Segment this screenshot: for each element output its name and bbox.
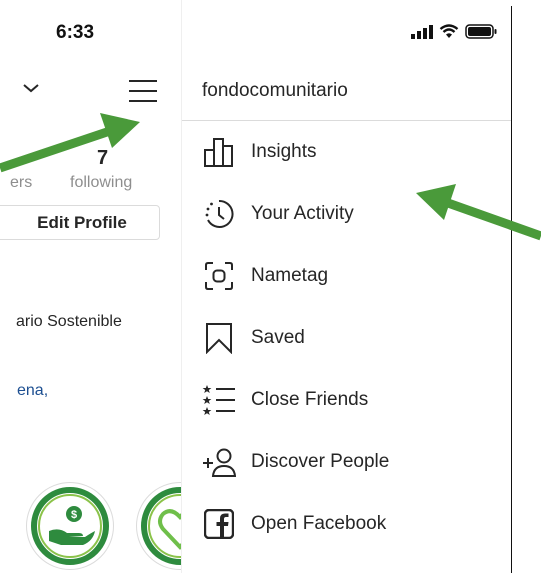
edit-profile-button[interactable]: Edit Profile bbox=[0, 205, 160, 240]
menu-hamburger-icon[interactable] bbox=[128, 78, 158, 104]
menu-item-insights[interactable]: Insights bbox=[182, 121, 511, 183]
menu-item-discover-people[interactable]: Discover People bbox=[182, 431, 511, 493]
side-menu-drawer: fondocomunitario Insights Your Activity … bbox=[181, 0, 511, 573]
wifi-icon bbox=[439, 24, 459, 38]
menu-item-label: Discover People bbox=[251, 451, 390, 472]
status-time: 6:33 bbox=[56, 22, 95, 43]
cellular-signal-icon bbox=[411, 24, 433, 39]
menu-item-your-activity[interactable]: Your Activity bbox=[182, 183, 511, 245]
bio-name: ario Sostenible bbox=[16, 313, 122, 330]
menu-list: Insights Your Activity Nametag Saved Clo… bbox=[182, 121, 511, 555]
battery-icon bbox=[465, 24, 497, 39]
menu-item-label: Your Activity bbox=[251, 203, 354, 224]
highlight-logo-icon: $ bbox=[31, 487, 109, 565]
menu-item-label: Open Facebook bbox=[251, 513, 387, 534]
menu-item-label: Nametag bbox=[251, 265, 329, 286]
svg-text:$: $ bbox=[71, 509, 77, 521]
bio-link[interactable]: ena, bbox=[17, 382, 48, 400]
drawer-username: fondocomunitario bbox=[202, 80, 348, 101]
facebook-icon bbox=[204, 509, 234, 539]
close-friends-list-icon bbox=[202, 385, 235, 415]
following-count[interactable]: 7 bbox=[97, 147, 108, 170]
story-highlight[interactable]: $ bbox=[26, 482, 114, 570]
chevron-down-icon[interactable] bbox=[22, 82, 40, 94]
add-person-icon bbox=[203, 448, 236, 477]
menu-item-open-facebook[interactable]: Open Facebook bbox=[182, 493, 511, 555]
menu-item-label: Close Friends bbox=[251, 389, 369, 410]
profile-page: 6:33 7 ers following Edit Profile ario S… bbox=[0, 0, 181, 573]
menu-item-label: Insights bbox=[251, 141, 317, 162]
menu-item-nametag[interactable]: Nametag bbox=[182, 245, 511, 307]
story-highlight[interactable] bbox=[136, 482, 181, 570]
nametag-icon bbox=[205, 262, 233, 290]
status-icons bbox=[411, 24, 497, 39]
activity-clock-icon bbox=[205, 199, 234, 228]
menu-item-saved[interactable]: Saved bbox=[182, 307, 511, 369]
following-label[interactable]: following bbox=[70, 174, 132, 192]
menu-item-label: Saved bbox=[251, 327, 305, 348]
highlight-heart-icon bbox=[141, 487, 181, 565]
menu-item-close-friends[interactable]: Close Friends bbox=[182, 369, 511, 431]
insights-icon bbox=[204, 138, 233, 167]
screen-edge-line bbox=[511, 6, 512, 573]
followers-label[interactable]: ers bbox=[10, 174, 32, 192]
bookmark-icon bbox=[206, 323, 232, 354]
